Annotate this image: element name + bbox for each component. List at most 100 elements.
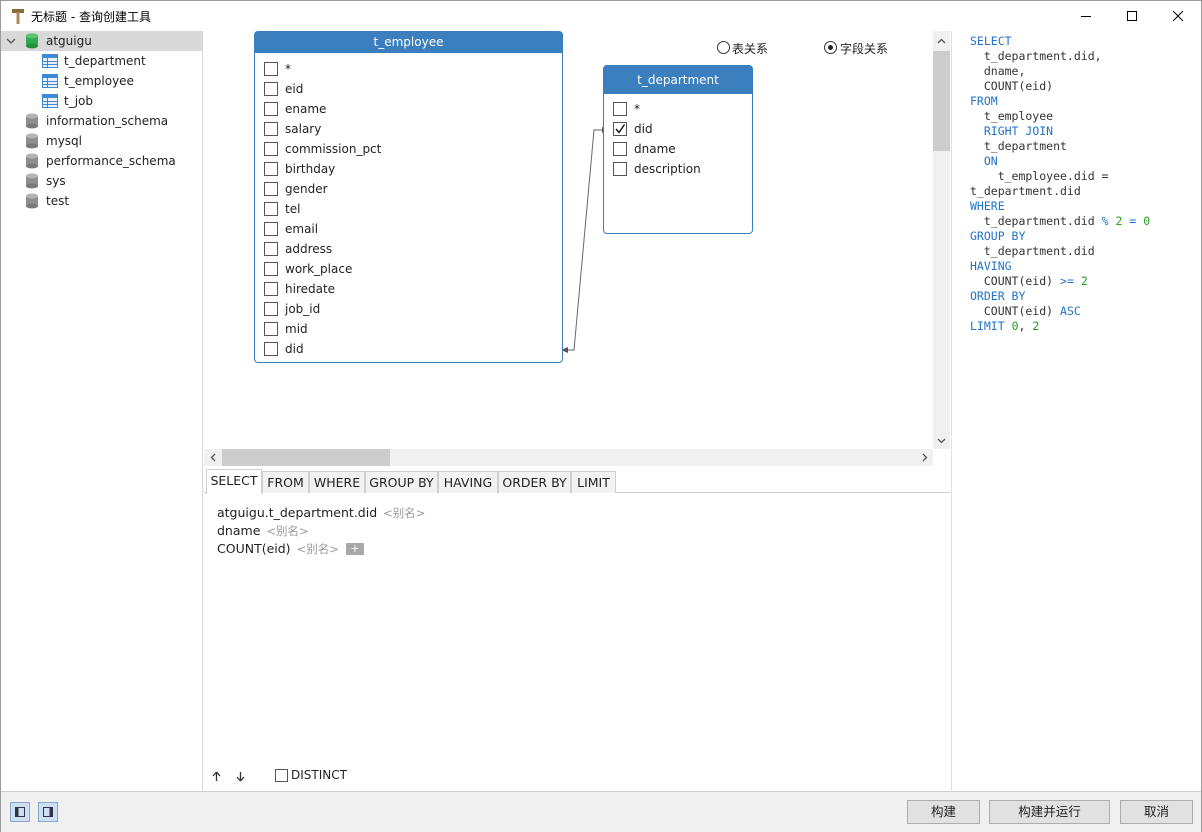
- tree-item-mysql[interactable]: mysql: [1, 131, 202, 151]
- vertical-scroll-thumb[interactable]: [933, 51, 950, 151]
- chevron-down-icon[interactable]: [6, 36, 16, 46]
- database-gray-icon: [26, 153, 38, 169]
- field-checkbox[interactable]: [264, 182, 278, 196]
- tree-item-atguigu[interactable]: atguigu: [1, 31, 202, 51]
- tree-item-t-department[interactable]: t_department: [1, 51, 202, 71]
- tree-item-performance-schema[interactable]: performance_schema: [1, 151, 202, 171]
- field-checkbox[interactable]: [613, 102, 627, 116]
- field-checkbox[interactable]: [264, 162, 278, 176]
- distinct-checkbox[interactable]: [275, 769, 288, 782]
- scroll-up-arrow[interactable]: [933, 32, 950, 49]
- select-item[interactable]: COUNT(eid) <别名>: [217, 541, 339, 557]
- tree-item-t-job[interactable]: t_job: [1, 91, 202, 111]
- field-row[interactable]: tel: [255, 199, 562, 219]
- field-checkbox[interactable]: [264, 282, 278, 296]
- move-down-button[interactable]: [234, 769, 246, 783]
- field-row[interactable]: did: [604, 119, 752, 139]
- close-button[interactable]: [1155, 1, 1201, 31]
- tree-item-information-schema[interactable]: information_schema: [1, 111, 202, 131]
- field-checkbox[interactable]: [264, 322, 278, 336]
- field-relation-label[interactable]: 字段关系: [840, 40, 888, 57]
- select-field[interactable]: atguigu.t_department.did: [217, 505, 377, 520]
- select-item[interactable]: atguigu.t_department.did <别名>: [217, 505, 425, 521]
- field-row[interactable]: birthday: [255, 159, 562, 179]
- sql-line: GROUP BY: [970, 229, 1026, 243]
- field-checkbox[interactable]: [264, 302, 278, 316]
- field-relation-radio[interactable]: [824, 41, 837, 54]
- tab-where[interactable]: WHERE: [309, 471, 365, 493]
- table-relation-label[interactable]: 表关系: [732, 40, 768, 57]
- field-row[interactable]: dname: [604, 139, 752, 159]
- select-item[interactable]: dname <别名>: [217, 523, 309, 539]
- field-checkbox[interactable]: [264, 82, 278, 96]
- entity-title[interactable]: t_employee: [255, 32, 562, 53]
- field-row[interactable]: eid: [255, 79, 562, 99]
- chevron-right-icon: [922, 453, 927, 462]
- entity-t-employee[interactable]: t_employee * eid ename salary commission_pct…: [254, 31, 563, 363]
- minimize-button[interactable]: [1063, 1, 1109, 31]
- build-and-run-button[interactable]: 构建并运行: [989, 800, 1110, 824]
- sql-line: HAVING: [970, 259, 1012, 273]
- field-checkbox[interactable]: [264, 342, 278, 356]
- tab-from[interactable]: FROM: [262, 471, 309, 493]
- cancel-button[interactable]: 取消: [1120, 800, 1193, 824]
- field-checkbox[interactable]: [264, 102, 278, 116]
- add-select-item-button[interactable]: +: [346, 543, 364, 555]
- tree-item-t-employee[interactable]: t_employee: [1, 71, 202, 91]
- field-row[interactable]: email: [255, 219, 562, 239]
- field-checkbox[interactable]: [613, 122, 627, 136]
- tree-item-label: mysql: [46, 134, 82, 148]
- table-relation-radio[interactable]: [717, 41, 730, 54]
- tab-group-by[interactable]: GROUP BY: [365, 471, 438, 493]
- alias-placeholder[interactable]: <别名>: [266, 524, 308, 538]
- field-checkbox[interactable]: [264, 202, 278, 216]
- field-row[interactable]: gender: [255, 179, 562, 199]
- entity-t-department[interactable]: t_department * did dname description: [603, 65, 753, 234]
- field-row[interactable]: work_place: [255, 259, 562, 279]
- tab-order-by[interactable]: ORDER BY: [498, 471, 571, 493]
- field-checkbox[interactable]: [613, 162, 627, 176]
- field-row[interactable]: address: [255, 239, 562, 259]
- distinct-label[interactable]: DISTINCT: [291, 768, 347, 782]
- layout-left-panel-button[interactable]: [10, 802, 30, 822]
- field-row[interactable]: *: [604, 99, 752, 119]
- tree-item-test[interactable]: test: [1, 191, 202, 211]
- field-row[interactable]: job_id: [255, 299, 562, 319]
- field-row[interactable]: commission_pct: [255, 139, 562, 159]
- field-row[interactable]: mid: [255, 319, 562, 339]
- tab-select[interactable]: SELECT: [206, 469, 262, 494]
- tree-item-sys[interactable]: sys: [1, 171, 202, 191]
- build-button[interactable]: 构建: [907, 800, 980, 824]
- field-row[interactable]: did: [255, 339, 562, 359]
- field-checkbox[interactable]: [264, 142, 278, 156]
- alias-placeholder[interactable]: <别名>: [383, 506, 425, 520]
- field-row[interactable]: description: [604, 159, 752, 179]
- field-checkbox[interactable]: [264, 122, 278, 136]
- tab-limit[interactable]: LIMIT: [571, 471, 616, 493]
- alias-placeholder[interactable]: <别名>: [297, 542, 339, 556]
- maximize-button[interactable]: [1109, 1, 1155, 31]
- select-field[interactable]: COUNT(eid): [217, 541, 291, 556]
- layout-right-panel-button[interactable]: [38, 802, 58, 822]
- scroll-down-arrow[interactable]: [933, 432, 950, 449]
- field-label: tel: [285, 202, 301, 216]
- tab-having[interactable]: HAVING: [438, 471, 498, 493]
- field-checkbox[interactable]: [264, 242, 278, 256]
- field-checkbox[interactable]: [264, 262, 278, 276]
- field-row[interactable]: salary: [255, 119, 562, 139]
- field-row[interactable]: hiredate: [255, 279, 562, 299]
- entity-title[interactable]: t_department: [604, 66, 752, 94]
- field-checkbox[interactable]: [264, 222, 278, 236]
- horizontal-scroll-thumb[interactable]: [222, 449, 390, 466]
- field-checkbox[interactable]: [613, 142, 627, 156]
- select-field[interactable]: dname: [217, 523, 260, 538]
- scroll-left-arrow[interactable]: [204, 449, 221, 466]
- field-row[interactable]: *: [255, 59, 562, 79]
- design-canvas[interactable]: t_employee * eid ename salary commission_pct…: [204, 31, 933, 449]
- tree-item-label: sys: [46, 174, 66, 188]
- scroll-right-arrow[interactable]: [916, 449, 933, 466]
- field-checkbox[interactable]: [264, 62, 278, 76]
- move-up-button[interactable]: [210, 769, 222, 783]
- field-row[interactable]: ename: [255, 99, 562, 119]
- sql-preview[interactable]: SELECT t_department.did, dname, COUNT(ei…: [951, 31, 1201, 791]
